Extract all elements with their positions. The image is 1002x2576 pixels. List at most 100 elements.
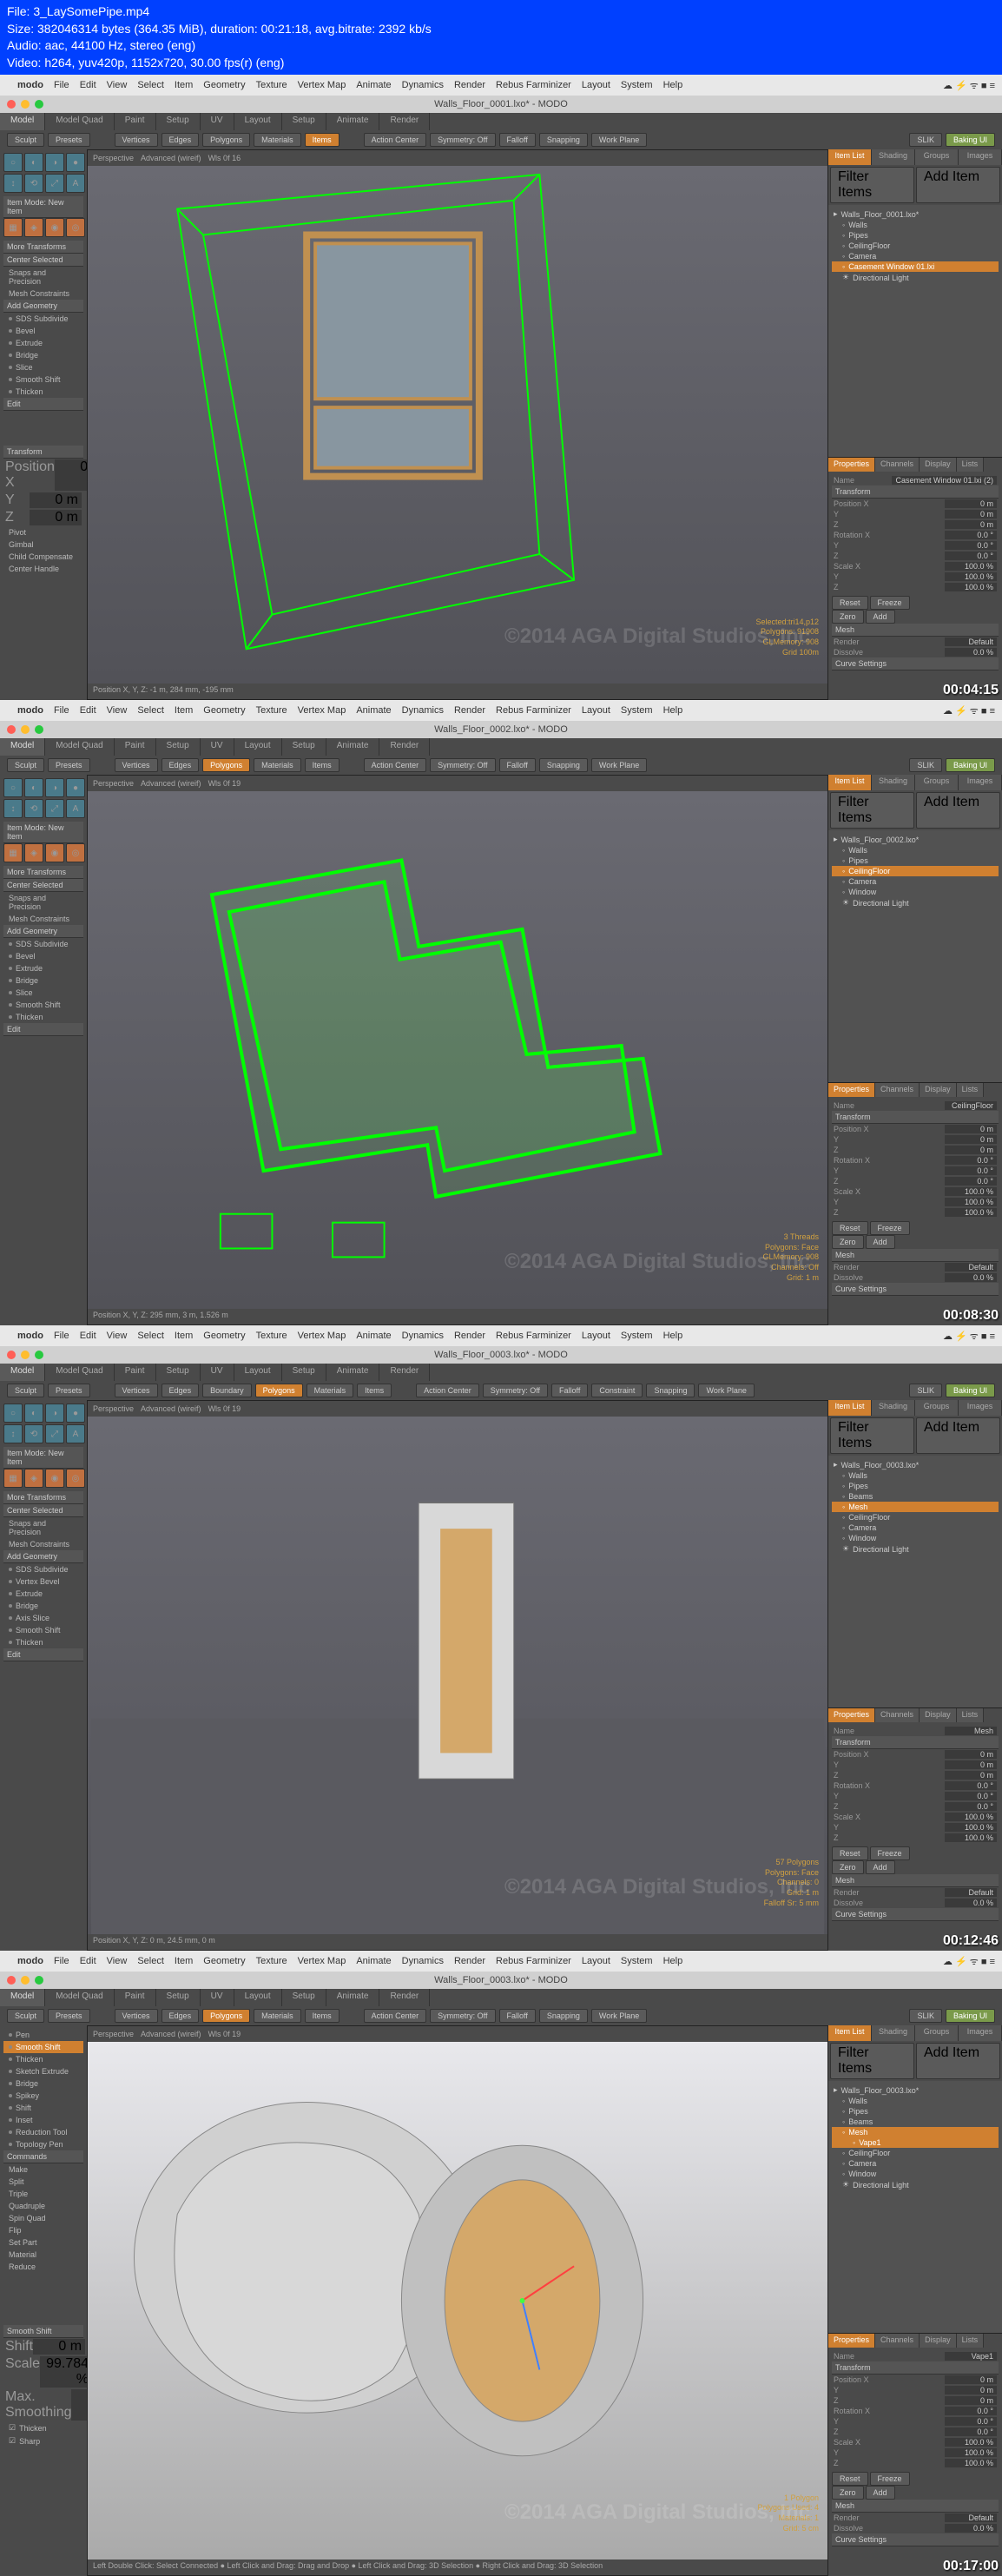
- symmetry-btn[interactable]: Symmetry: Off: [430, 133, 495, 147]
- tab-paint[interactable]: Paint: [115, 113, 156, 130]
- tree-pipes[interactable]: ◦ Pipes: [832, 230, 999, 241]
- filter-items[interactable]: Filter Items: [830, 167, 914, 203]
- reset-btn[interactable]: Reset: [832, 596, 868, 610]
- more-transforms[interactable]: More Transforms: [3, 241, 83, 254]
- pos-z[interactable]: 0 m: [30, 510, 82, 525]
- minimize-button[interactable]: [21, 100, 30, 109]
- tab-animate[interactable]: Animate: [326, 113, 380, 130]
- snaps-precision[interactable]: Snaps and Precision: [3, 267, 83, 287]
- center-handle[interactable]: Center Handle: [3, 563, 83, 575]
- menu-file[interactable]: File: [54, 80, 69, 90]
- maximize-button[interactable]: [35, 725, 43, 734]
- viewport-3d-scene[interactable]: [88, 1417, 827, 1934]
- smooth-shift-active[interactable]: Smooth Shift: [3, 2041, 83, 2053]
- prop-scly[interactable]: 100.0 %: [945, 572, 997, 581]
- curve-settings[interactable]: Curve Settings: [832, 657, 999, 670]
- tree-camera[interactable]: ◦ Camera: [832, 251, 999, 261]
- sds-subdivide[interactable]: SDS Subdivide: [3, 313, 83, 325]
- tool-icon[interactable]: ○: [3, 153, 23, 172]
- prop-rotz[interactable]: 0.0 °: [945, 552, 997, 560]
- menu-animate[interactable]: Animate: [356, 80, 391, 90]
- tool-icon[interactable]: ◎: [66, 218, 85, 237]
- sculpt-btn[interactable]: Sculpt: [7, 133, 44, 147]
- child-comp[interactable]: Child Compensate: [3, 551, 83, 563]
- pos-y[interactable]: 0 m: [30, 492, 82, 508]
- center-selected[interactable]: Center Selected: [3, 254, 83, 267]
- menu-help[interactable]: Help: [663, 80, 683, 90]
- prop-rotx[interactable]: 0.0 °: [945, 531, 997, 539]
- prop-sclz[interactable]: 100.0 %: [945, 583, 997, 591]
- add-item-btn[interactable]: Add Item: [916, 167, 1000, 203]
- add-geometry[interactable]: Add Geometry: [3, 300, 83, 313]
- prop-posz[interactable]: 0 m: [945, 520, 997, 529]
- render-dropdown[interactable]: Default: [945, 637, 997, 646]
- menu-dynamics[interactable]: Dynamics: [402, 80, 444, 90]
- menu-edit[interactable]: Edit: [80, 80, 96, 90]
- tool-icon[interactable]: ▦: [3, 218, 23, 237]
- tree-window[interactable]: ◦ Casement Window 01.lxi: [832, 261, 999, 272]
- viewport-3d-scene[interactable]: [88, 791, 827, 1309]
- menu-vertexmap[interactable]: Vertex Map: [298, 80, 346, 90]
- menu-view[interactable]: View: [107, 80, 128, 90]
- properties-tab[interactable]: Properties: [828, 458, 875, 472]
- materials-btn[interactable]: Materials: [254, 133, 301, 147]
- menu-select[interactable]: Select: [137, 80, 164, 90]
- prop-sclx[interactable]: 100.0 %: [945, 562, 997, 571]
- tool-icon[interactable]: ◑: [45, 153, 64, 172]
- workplane-btn[interactable]: Work Plane: [591, 133, 647, 147]
- tool-icon[interactable]: ◈: [24, 218, 43, 237]
- tool-icon[interactable]: ↕: [3, 174, 23, 193]
- edit-header[interactable]: Edit: [3, 398, 83, 411]
- snapping-btn[interactable]: Snapping: [539, 133, 588, 147]
- item-list-tab[interactable]: Item List: [828, 149, 872, 165]
- tool-icon[interactable]: ⟲: [24, 174, 43, 193]
- falloff-btn[interactable]: Falloff: [499, 133, 536, 147]
- mesh-constraints[interactable]: Mesh Constraints: [3, 287, 83, 300]
- action-center-btn[interactable]: Action Center: [364, 133, 427, 147]
- menu-system[interactable]: System: [621, 80, 653, 90]
- extrude-tool[interactable]: Extrude: [3, 337, 83, 349]
- tab-layout[interactable]: Layout: [234, 113, 282, 130]
- edges-btn[interactable]: Edges: [162, 133, 200, 147]
- zero-btn[interactable]: Zero: [832, 610, 864, 624]
- viewport[interactable]: Perspective Advanced (wireif) Wls 0f 16: [87, 149, 828, 700]
- items-btn[interactable]: Items: [305, 133, 339, 147]
- groups-tab[interactable]: Groups: [915, 149, 959, 165]
- gimbal-check[interactable]: Gimbal: [3, 538, 83, 551]
- bridge-tool[interactable]: Bridge: [3, 349, 83, 361]
- menu-layout[interactable]: Layout: [582, 80, 610, 90]
- slik-btn[interactable]: SLIK: [909, 133, 942, 147]
- viewport[interactable]: Perspective Advanced (wireif) Wls 0f 19: [87, 775, 828, 1325]
- slice-tool[interactable]: Slice: [3, 361, 83, 373]
- tab-setup2[interactable]: Setup: [282, 113, 326, 130]
- maximize-button[interactable]: [35, 100, 43, 109]
- app-name[interactable]: modo: [17, 80, 43, 90]
- tab-model[interactable]: Model: [0, 113, 45, 130]
- presets-btn[interactable]: Presets: [48, 133, 90, 147]
- tab-uv[interactable]: UV: [201, 113, 234, 130]
- prop-posx[interactable]: 0 m: [945, 499, 997, 508]
- item-name[interactable]: Casement Window 01.lxi (2): [892, 476, 997, 485]
- tree-light[interactable]: ☀ Directional Light: [832, 272, 999, 283]
- tool-icon[interactable]: ⤢: [45, 174, 64, 193]
- vertices-btn[interactable]: Vertices: [115, 133, 158, 147]
- tab-setup[interactable]: Setup: [156, 113, 201, 130]
- tree-walls[interactable]: ◦ Walls: [832, 220, 999, 230]
- menu-render[interactable]: Render: [454, 80, 485, 90]
- tab-model-quad[interactable]: Model Quad: [45, 113, 114, 130]
- menu-rebus[interactable]: Rebus Farminizer: [496, 80, 571, 90]
- tool-icon[interactable]: A: [66, 174, 85, 193]
- pivot-check[interactable]: Pivot: [3, 526, 83, 538]
- tool-icon[interactable]: ◉: [45, 218, 64, 237]
- dissolve-val[interactable]: 0.0 %: [945, 648, 997, 657]
- vp-shading[interactable]: Advanced (wireif): [141, 154, 201, 162]
- prop-posy[interactable]: 0 m: [945, 510, 997, 519]
- viewport-3d-scene[interactable]: [88, 2042, 827, 2559]
- thicken-tool[interactable]: Thicken: [3, 386, 83, 398]
- polygons-btn[interactable]: Polygons: [202, 133, 250, 147]
- smooth-shift-tool[interactable]: Smooth Shift: [3, 373, 83, 386]
- channels-tab[interactable]: Channels: [875, 458, 920, 472]
- pen-tool[interactable]: Pen: [3, 2029, 83, 2041]
- tool-icon[interactable]: ●: [66, 153, 85, 172]
- bevel-tool[interactable]: Bevel: [3, 325, 83, 337]
